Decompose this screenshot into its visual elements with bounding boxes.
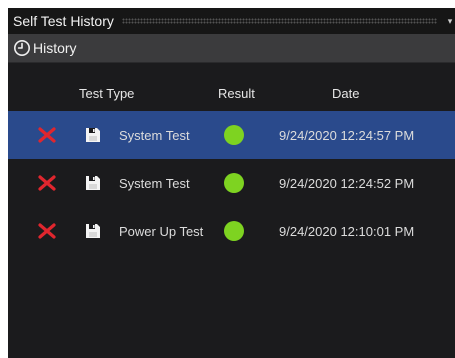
title-bar[interactable]: Self Test History ▾: [8, 8, 455, 34]
save-disk-icon: [82, 159, 104, 207]
column-header-result[interactable]: Result: [218, 86, 255, 101]
delete-x-icon[interactable]: [35, 207, 59, 255]
save-disk-icon: [82, 207, 104, 255]
result-status-indicator: [222, 159, 246, 207]
delete-x-icon[interactable]: [35, 159, 59, 207]
history-section-header: History: [8, 34, 455, 63]
clock-icon: [13, 39, 31, 57]
test-date: 9/24/2020 12:24:57 PM: [279, 127, 415, 143]
table-row[interactable]: System Test 9/24/2020 12:24:57 PM: [8, 111, 455, 159]
test-date: 9/24/2020 12:24:52 PM: [279, 175, 415, 191]
pass-status-dot: [224, 173, 244, 193]
save-disk-icon: [82, 111, 104, 159]
result-status-indicator: [222, 207, 246, 255]
pass-status-dot: [224, 221, 244, 241]
test-date: 9/24/2020 12:10:01 PM: [279, 223, 415, 239]
test-type-label: System Test: [119, 127, 190, 143]
table-row[interactable]: System Test 9/24/2020 12:24:52 PM: [8, 159, 455, 207]
window-menu-icon[interactable]: ▾: [445, 16, 455, 27]
section-title: History: [33, 40, 77, 56]
window-title: Self Test History: [13, 13, 114, 29]
table-header: Test Type Result Date: [8, 80, 455, 108]
self-test-history-window: Self Test History ▾ History Test Type Re…: [8, 8, 455, 358]
pass-status-dot: [224, 125, 244, 145]
test-type-label: System Test: [119, 175, 190, 191]
table-row[interactable]: Power Up Test 9/24/2020 12:10:01 PM: [8, 207, 455, 255]
column-header-date[interactable]: Date: [332, 86, 359, 101]
delete-x-icon[interactable]: [35, 111, 59, 159]
test-type-label: Power Up Test: [119, 223, 204, 239]
column-header-test-type[interactable]: Test Type: [79, 86, 134, 101]
drag-grip[interactable]: [121, 18, 437, 24]
result-status-indicator: [222, 111, 246, 159]
